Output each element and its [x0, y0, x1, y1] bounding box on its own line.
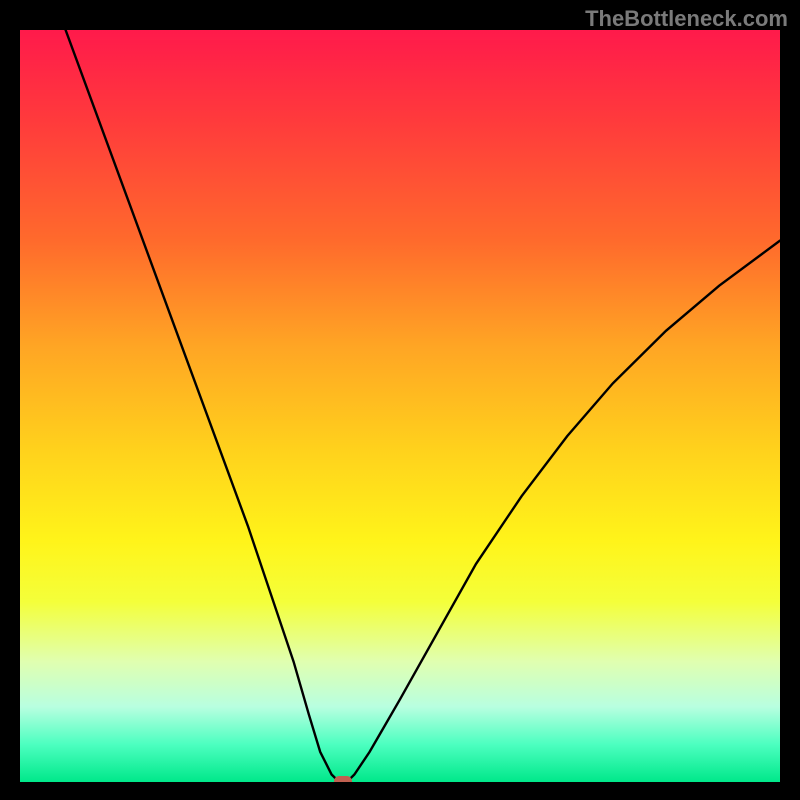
- optimum-marker: [334, 776, 352, 782]
- watermark-text: TheBottleneck.com: [585, 6, 788, 32]
- plot-area: [20, 30, 780, 782]
- curve-layer: [20, 30, 780, 782]
- bottleneck-curve: [66, 30, 780, 782]
